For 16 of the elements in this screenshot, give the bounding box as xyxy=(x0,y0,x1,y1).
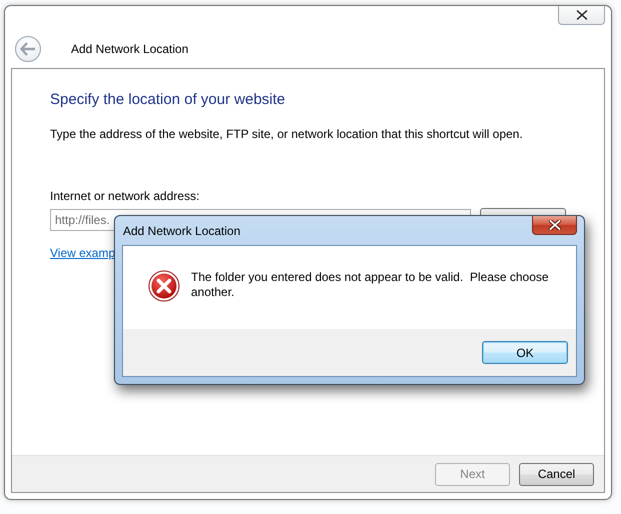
close-icon xyxy=(576,10,588,20)
back-button[interactable] xyxy=(15,36,41,62)
error-icon xyxy=(148,270,180,302)
error-message: The folder you entered does not appear to be valid. Please choose another. xyxy=(191,270,550,301)
close-icon xyxy=(548,220,560,230)
dialog-title: Add Network Location xyxy=(122,224,240,238)
page-heading: Specify the location of your website xyxy=(50,91,286,108)
ok-button[interactable]: OK xyxy=(482,341,568,364)
close-button[interactable] xyxy=(532,216,577,235)
description-text: Type the address of the website, FTP site, or network location that this shortcut will open. xyxy=(50,127,524,141)
close-button[interactable] xyxy=(558,6,605,25)
back-arrow-icon xyxy=(20,42,36,56)
dialog-button[interactable]: Cancel xyxy=(519,462,594,486)
window-title: Add Network Location xyxy=(71,42,188,56)
field-label: Internet or network address: xyxy=(50,189,200,203)
examples-link[interactable]: View examp xyxy=(50,246,116,260)
